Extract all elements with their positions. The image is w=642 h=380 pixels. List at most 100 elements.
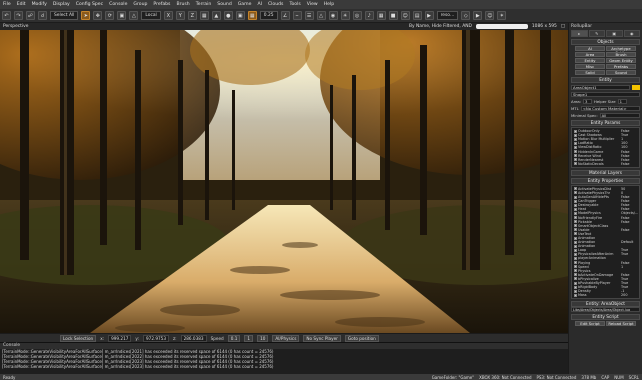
select-icon[interactable]: ➤ — [81, 11, 91, 20]
entity-color-swatch[interactable] — [632, 84, 640, 90]
character-editor-icon[interactable]: ☺ — [485, 11, 495, 20]
angle-snap-icon[interactable]: ∠ — [280, 11, 290, 20]
viewport-label[interactable]: Perspective — [3, 24, 28, 29]
speed-1-button[interactable]: 1 — [244, 334, 254, 342]
lighting-icon[interactable]: ☀ — [340, 11, 350, 20]
min-spec-dropdown[interactable]: All — [599, 112, 640, 118]
x-coordinate-field[interactable]: 999.217 — [108, 334, 132, 342]
viewport[interactable] — [0, 30, 568, 333]
menu-item-group[interactable]: Group — [133, 2, 147, 7]
ai-icon[interactable]: ☺ — [400, 11, 410, 20]
property-row[interactable]: NoStaticDecals False — [573, 162, 638, 166]
menu-item-config-spec[interactable]: Config Spec — [76, 2, 103, 7]
property-value[interactable]: False — [621, 228, 638, 232]
menu-item-help[interactable]: Help — [324, 2, 334, 7]
menu-item-modify[interactable]: Modify — [32, 2, 47, 7]
axis-x-icon[interactable]: X — [163, 11, 173, 20]
material-icon[interactable]: ◉ — [328, 11, 338, 20]
property-value[interactable]: Default — [621, 240, 638, 244]
viewport-search-input[interactable] — [475, 24, 528, 29]
sound-icon[interactable]: ♪ — [364, 11, 374, 20]
area-field[interactable]: 3 — [583, 98, 593, 104]
menu-item-clouds[interactable]: Clouds — [268, 2, 284, 7]
particle-editor-icon[interactable]: ✶ — [497, 11, 507, 20]
object-type-sound-button[interactable]: Sound — [606, 70, 636, 75]
object-type-misc-button[interactable]: Misc — [575, 64, 605, 69]
tab-display[interactable]: ▣ — [606, 30, 623, 37]
property-value[interactable]: 200 — [621, 293, 638, 297]
property-value[interactable]: False — [621, 162, 638, 166]
entity-script-header[interactable]: Entity Script — [571, 314, 640, 321]
speed-0.1-button[interactable]: 0.1 — [227, 334, 241, 342]
menu-item-console[interactable]: Console — [109, 2, 127, 7]
select-terrain-icon[interactable]: △ — [129, 11, 139, 20]
menu-item-terrain[interactable]: Terrain — [196, 2, 212, 7]
lock-selection-button[interactable]: Lock Selection — [60, 334, 97, 342]
snap-value-dropdown[interactable]: 0.25 — [259, 11, 278, 20]
console-icon[interactable]: ▦ — [376, 11, 386, 20]
undo-icon[interactable]: ↶ — [2, 11, 11, 20]
menu-item-ai[interactable]: AI — [257, 2, 262, 7]
entity-class-field[interactable]: Shape1 — [571, 91, 640, 97]
entity-properties-header[interactable]: Entity Properties — [571, 177, 640, 184]
track-view-icon[interactable]: ▶ — [473, 11, 483, 20]
tab-layers[interactable]: ◉ — [623, 30, 640, 37]
entity-section-header[interactable]: Entity — [571, 77, 640, 83]
game-icon[interactable]: ▶ — [424, 11, 434, 20]
camera-icon[interactable]: ◎ — [352, 11, 362, 20]
terrain-follow-icon[interactable]: ▲ — [211, 11, 221, 20]
helper-size-field[interactable]: 1 — [617, 98, 627, 104]
y-coordinate-field[interactable]: 972.9753 — [143, 334, 169, 342]
menu-item-file[interactable]: File — [3, 2, 11, 7]
snap-object-icon[interactable]: ● — [223, 11, 233, 20]
unlink-icon[interactable]: ☌ — [38, 11, 47, 20]
entity-params-header[interactable]: Entity Params — [571, 120, 640, 126]
material-layers-header[interactable]: Material Layers — [571, 169, 640, 176]
reload-script-button[interactable]: Reload Script — [606, 321, 636, 327]
object-type-entity-button[interactable]: Entity — [575, 58, 605, 63]
no-sync-player-button[interactable]: No Sync Player — [303, 334, 341, 342]
axis-y-icon[interactable]: Y — [175, 11, 185, 20]
render-mode-dropdown[interactable]: reso… — [436, 11, 459, 20]
menu-item-tools[interactable]: Tools — [289, 2, 300, 7]
property-value[interactable]: True — [621, 252, 638, 256]
link-icon[interactable]: ☍ — [26, 11, 35, 20]
ruler-icon[interactable]: ⎯ — [292, 11, 302, 20]
redo-icon[interactable]: ↷ — [14, 11, 23, 20]
object-type-ai-button[interactable]: AI — [575, 46, 605, 51]
menu-item-prefabs[interactable]: Prefabs — [153, 2, 170, 7]
select-all-dropdown[interactable]: Select All — [50, 11, 79, 20]
move-icon[interactable]: ✥ — [93, 11, 103, 20]
axis-z-icon[interactable]: Z — [187, 11, 197, 20]
layers-icon[interactable]: ☰ — [304, 11, 314, 20]
menu-item-display[interactable]: Display — [53, 2, 70, 7]
physics-icon[interactable]: ■ — [388, 11, 398, 20]
menu-item-view[interactable]: View — [307, 2, 318, 7]
database-icon[interactable]: ▤ — [412, 11, 422, 20]
goto-position-button[interactable]: Goto position — [344, 334, 379, 342]
menu-item-game[interactable]: Game — [238, 2, 252, 7]
z-coordinate-field[interactable]: 286.0383 — [180, 334, 207, 342]
property-row[interactable]: Mass 200 — [573, 293, 638, 297]
terrain-snap-icon[interactable]: ▣ — [235, 11, 245, 20]
tab-objects[interactable]: ▸ — [571, 30, 588, 37]
edit-script-button[interactable]: Edit Script — [575, 321, 605, 327]
property-value[interactable]: 1 — [621, 265, 638, 269]
speed-10-button[interactable]: 10 — [257, 334, 269, 342]
object-type-geom-entity-button[interactable]: Geom Entity — [606, 58, 636, 63]
mtl-field[interactable]: <No Custom Material> — [580, 105, 640, 111]
object-type-area-button[interactable]: Area — [575, 52, 605, 57]
grid-snap-icon[interactable]: ▦ — [247, 11, 257, 20]
object-type-archetype-entity-button[interactable]: Archetype Entity — [606, 46, 636, 55]
object-type-brush-button[interactable]: Brush — [606, 52, 636, 57]
entity-name-field[interactable]: AreaObject1 — [571, 84, 630, 90]
property-value[interactable]: False — [621, 220, 638, 224]
maximize-icon[interactable]: □ — [561, 24, 565, 29]
object-type-solid-button[interactable]: Solid — [575, 70, 605, 75]
objects-section-header[interactable]: Objects — [571, 39, 640, 45]
terrain-icon[interactable]: △ — [316, 11, 326, 20]
menu-item-edit[interactable]: Edit — [17, 2, 26, 7]
menu-item-brush[interactable]: Brush — [176, 2, 189, 7]
rotate-icon[interactable]: ⟳ — [105, 11, 115, 20]
coord-system-dropdown[interactable]: Local — [141, 11, 161, 20]
